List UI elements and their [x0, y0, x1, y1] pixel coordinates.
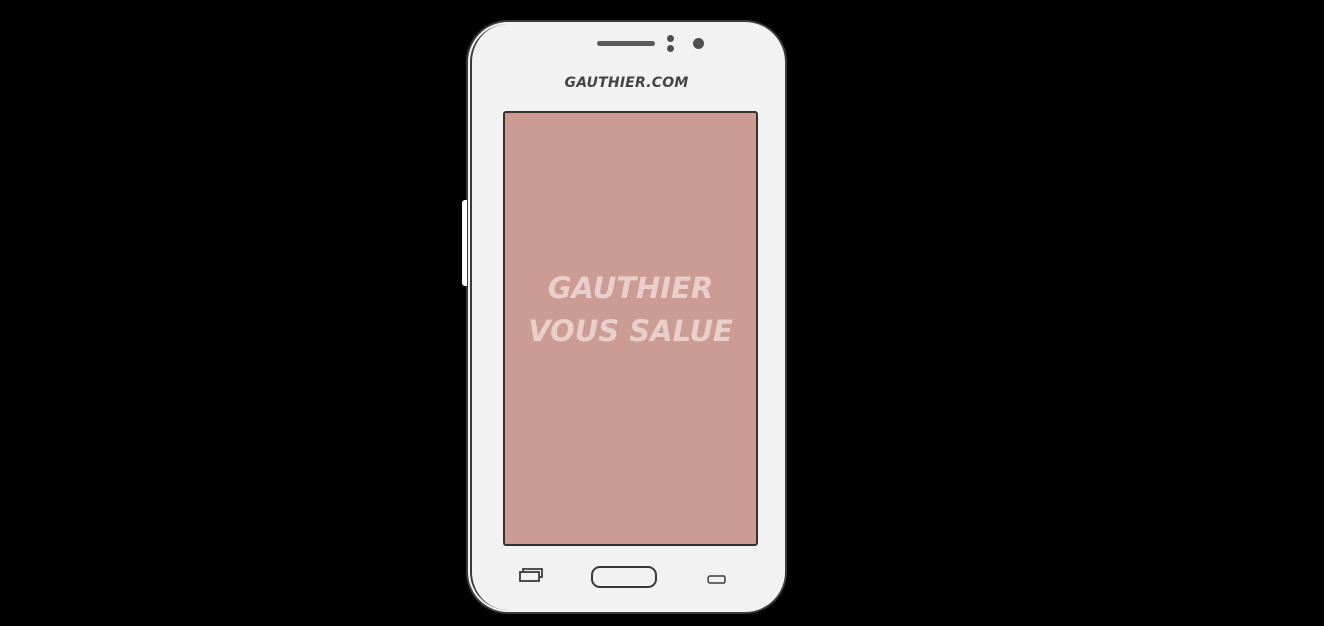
phone-screen[interactable]: GAUTHIER VOUS SALUE [503, 111, 758, 546]
sensor-icon [667, 45, 674, 52]
welcome-line-1: GAUTHIER [547, 271, 714, 305]
recent-apps-icon[interactable] [519, 568, 543, 582]
sensor-icon [667, 35, 674, 42]
brand-label: GAUTHIER.COM [564, 75, 689, 91]
home-button[interactable] [591, 566, 657, 588]
welcome-line-2: VOUS SALUE [528, 314, 733, 348]
back-icon[interactable] [707, 571, 726, 584]
app-viewport: GAUTHIER.COM GAUTHIER VOUS SALUE [0, 0, 1324, 626]
side-volume-button[interactable] [462, 200, 467, 286]
welcome-message: GAUTHIER VOUS SALUE [505, 267, 756, 353]
phone-device: GAUTHIER.COM GAUTHIER VOUS SALUE [462, 20, 787, 614]
speaker-grille-icon [597, 41, 655, 46]
front-camera-icon [693, 38, 704, 49]
